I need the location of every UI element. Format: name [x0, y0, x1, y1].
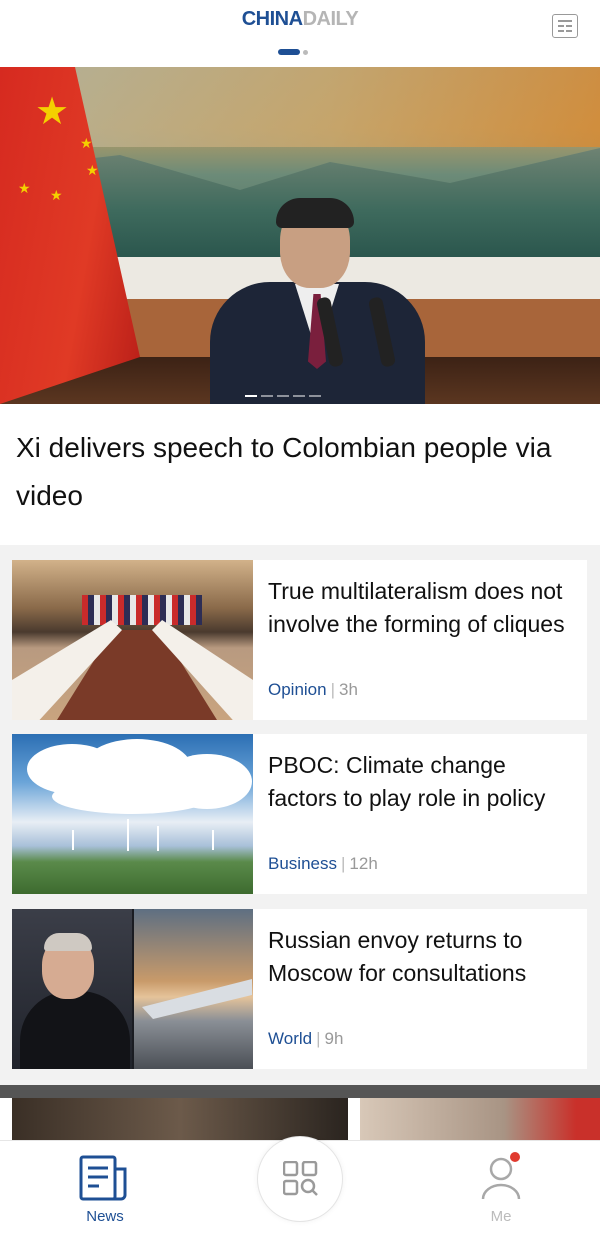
- nav-news[interactable]: News: [45, 1141, 165, 1237]
- hero-image[interactable]: ★ ★ ★ ★ ★: [0, 67, 600, 404]
- article-time: 12h: [349, 854, 378, 873]
- notification-dot: [510, 1152, 520, 1162]
- article-title: PBOC: Climate change factors to play rol…: [268, 752, 546, 811]
- article-meta: World | 9h: [268, 1029, 343, 1049]
- article-time: 3h: [339, 680, 358, 699]
- article-thumbnail: [12, 909, 253, 1069]
- article-card[interactable]: Russian envoy returns to Moscow for cons…: [12, 909, 587, 1069]
- nav-me-label: Me: [490, 1208, 512, 1225]
- preview-image: [360, 1098, 600, 1140]
- page-indicator: [278, 49, 308, 55]
- page-indicator-inactive: [303, 49, 308, 55]
- page-indicator-active: [278, 49, 300, 55]
- hero-headline[interactable]: Xi delivers speech to Colombian people v…: [16, 424, 586, 520]
- app-header: CHINADAILY: [0, 0, 600, 67]
- logo-daily: DAILY: [302, 8, 359, 30]
- meta-separator: |: [340, 854, 346, 873]
- article-category: Business: [268, 854, 337, 873]
- nav-me[interactable]: Me: [441, 1141, 561, 1237]
- article-title: Russian envoy returns to Moscow for cons…: [268, 927, 527, 986]
- article-meta: Opinion | 3h: [268, 680, 358, 700]
- newspaper-menu-icon[interactable]: [552, 14, 578, 38]
- carousel-indicator: [245, 395, 321, 397]
- article-thumbnail: [12, 734, 253, 894]
- nav-news-label: News: [86, 1208, 124, 1225]
- article-meta: Business | 12h: [268, 854, 378, 874]
- user-icon: [481, 1152, 521, 1200]
- next-section-preview[interactable]: [0, 1098, 600, 1140]
- preview-image: [12, 1098, 348, 1140]
- logo-china: CHINA: [241, 8, 303, 30]
- article-card[interactable]: PBOC: Climate change factors to play rol…: [12, 734, 587, 894]
- meta-separator: |: [316, 1029, 321, 1048]
- article-thumbnail: [12, 560, 253, 720]
- article-category: World: [268, 1029, 313, 1048]
- explore-button[interactable]: [257, 1136, 343, 1222]
- article-time: 9h: [324, 1029, 344, 1048]
- article-category: Opinion: [268, 680, 327, 699]
- bottom-nav: News Me: [0, 1136, 600, 1237]
- newspaper-icon: [79, 1155, 127, 1201]
- article-card[interactable]: True multilateralism does not involve th…: [12, 560, 587, 720]
- china-daily-logo[interactable]: CHINADAILY: [0, 8, 600, 31]
- grid-search-icon: [283, 1161, 318, 1196]
- meta-separator: |: [330, 680, 336, 699]
- article-title: True multilateralism does not involve th…: [268, 578, 565, 637]
- section-divider: [0, 1085, 600, 1098]
